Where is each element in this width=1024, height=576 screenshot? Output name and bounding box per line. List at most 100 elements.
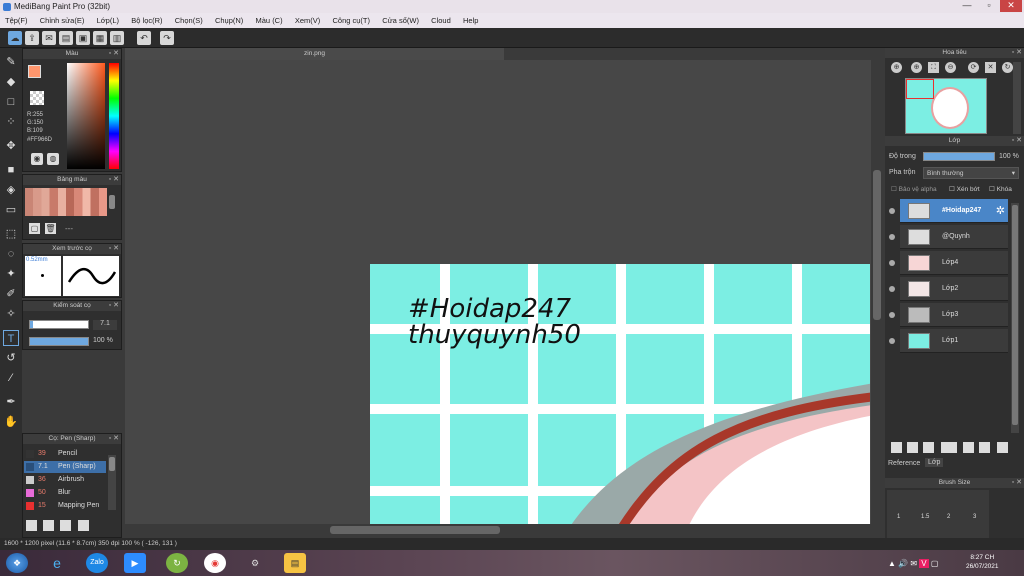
- copy-layer-icon[interactable]: [907, 442, 918, 453]
- add-brush-icon[interactable]: [26, 520, 37, 531]
- horizontal-scrollbar[interactable]: [125, 524, 871, 536]
- eye-icon[interactable]: [889, 312, 895, 318]
- menu-select[interactable]: Chọn(S): [170, 13, 208, 28]
- export-icon[interactable]: ▦: [93, 31, 107, 45]
- medibang-icon[interactable]: ◉: [204, 553, 226, 573]
- brush-item[interactable]: 50 Blur: [24, 487, 106, 499]
- gear-icon[interactable]: ✲: [996, 204, 1005, 217]
- transparent-swatch[interactable]: [30, 91, 44, 105]
- brush-item[interactable]: 39 Pencil: [24, 448, 106, 460]
- menu-help[interactable]: Help: [458, 13, 483, 28]
- delete-palette-icon[interactable]: 🗑: [45, 223, 56, 234]
- menu-view[interactable]: Xem(V): [290, 13, 325, 28]
- layer-row[interactable]: @Quynh: [900, 225, 1008, 249]
- color-picker-square[interactable]: [67, 63, 105, 169]
- maximize-button[interactable]: ▫: [978, 0, 1000, 12]
- layer-row[interactable]: Lớp2: [900, 277, 1008, 301]
- brush-size-option[interactable]: 1.5: [921, 514, 929, 520]
- menu-cloud[interactable]: Cloud: [426, 13, 456, 28]
- brush-doc-icon[interactable]: [77, 520, 89, 531]
- redo-icon[interactable]: ↷: [160, 31, 174, 45]
- palette-swatches[interactable]: [25, 188, 107, 216]
- brush-size-option[interactable]: 1: [897, 514, 900, 520]
- brush-item[interactable]: 15 Mapping Pen: [24, 500, 106, 512]
- select-eraser-icon[interactable]: ✧: [3, 306, 19, 322]
- new-file-icon[interactable]: ▤: [59, 31, 73, 45]
- brush-tool-icon[interactable]: ✎: [3, 54, 19, 70]
- zoom-out-icon[interactable]: ⊖: [945, 62, 956, 73]
- eye-icon[interactable]: [889, 286, 895, 292]
- operation-tool-icon[interactable]: ↺: [3, 350, 19, 366]
- comment-icon[interactable]: ✉: [42, 31, 56, 45]
- navigator-thumbnail[interactable]: [905, 78, 987, 134]
- main-color-swatch[interactable]: [28, 65, 41, 78]
- opacity-slider[interactable]: [29, 337, 89, 346]
- brush-settings-icon[interactable]: [43, 520, 55, 531]
- eye-icon[interactable]: [889, 208, 895, 214]
- close-icon[interactable]: ▫ ✕: [1012, 48, 1022, 58]
- layer-opacity-slider[interactable]: [923, 152, 995, 161]
- eye-icon[interactable]: [889, 338, 895, 344]
- fit-icon[interactable]: ⛶: [928, 62, 939, 73]
- ie-icon[interactable]: e: [46, 553, 68, 573]
- tab-layer[interactable]: Lớp: [925, 458, 944, 467]
- zoom-in-icon[interactable]: ⊕: [891, 62, 902, 73]
- drawing-canvas[interactable]: #Hoidap247 thuyquynh50: [370, 264, 870, 524]
- folder-icon[interactable]: ▤: [284, 553, 306, 573]
- close-icon[interactable]: ▫ ✕: [109, 49, 119, 59]
- merge-layer-icon[interactable]: [923, 442, 934, 453]
- select-pen-icon[interactable]: ✐: [3, 286, 19, 302]
- layer-row-selected[interactable]: #Hoidap247 ✲: [900, 199, 1008, 223]
- reset-icon[interactable]: ↻: [1002, 62, 1013, 73]
- close-icon[interactable]: ▫ ✕: [109, 244, 119, 254]
- undo-icon[interactable]: ↶: [137, 31, 151, 45]
- vertical-scrollbar[interactable]: [871, 60, 883, 524]
- menu-snap[interactable]: Chụp(N): [210, 13, 248, 28]
- dropper-tool-icon[interactable]: ✒: [3, 394, 19, 410]
- eyedropper-tool-icon[interactable]: ⁄: [3, 370, 19, 386]
- protect-alpha-checkbox[interactable]: ☐ Bảo vệ alpha: [891, 185, 937, 193]
- share-icon[interactable]: ⇪: [25, 31, 39, 45]
- tab-reference[interactable]: Reference: [888, 460, 920, 467]
- menu-color[interactable]: Màu (C): [251, 13, 288, 28]
- grid-icon[interactable]: ▥: [110, 31, 124, 45]
- move-tool-icon[interactable]: ✥: [3, 138, 19, 154]
- blend-mode-select[interactable]: Bình thường ▾: [923, 167, 1019, 179]
- eraser-tool-icon[interactable]: ◆: [3, 74, 19, 90]
- layer-scrollbar[interactable]: [1011, 203, 1019, 433]
- brush-item[interactable]: 36 Airbrush: [24, 474, 106, 486]
- add-palette-icon[interactable]: ▢: [29, 223, 40, 234]
- magic-wand-icon[interactable]: ✦: [3, 266, 19, 282]
- tray-icons[interactable]: ▲ 🔊 ✉ V ▢: [888, 559, 938, 568]
- dot-tool-icon[interactable]: ⁘: [3, 114, 19, 130]
- lasso-tool-icon[interactable]: ◌: [3, 246, 19, 262]
- layer-row[interactable]: Lớp3: [900, 303, 1008, 327]
- menu-tools[interactable]: Công cụ(T): [328, 13, 376, 28]
- start-button[interactable]: ❖: [6, 553, 28, 573]
- close-icon[interactable]: ▫ ✕: [109, 301, 119, 311]
- eye-icon[interactable]: [889, 234, 895, 240]
- brush-list-scrollbar[interactable]: [108, 455, 116, 510]
- clock[interactable]: 8:27 CH 26/07/2021: [966, 553, 999, 571]
- save-icon[interactable]: ▣: [76, 31, 90, 45]
- clipping-checkbox[interactable]: ☐ Xén bớt: [949, 185, 980, 193]
- close-icon[interactable]: ▫ ✕: [109, 434, 119, 444]
- layer-settings-icon[interactable]: [979, 442, 990, 453]
- close-icon[interactable]: ▫ ✕: [1012, 136, 1022, 146]
- select-tool-icon[interactable]: ⬚: [3, 226, 19, 242]
- brush-size-option[interactable]: 3: [973, 514, 976, 520]
- app-icon[interactable]: ↻: [166, 553, 188, 573]
- flip-icon[interactable]: ✕: [985, 62, 996, 73]
- color-set-icon[interactable]: ◍: [47, 153, 59, 165]
- menu-layer[interactable]: Lớp(L): [92, 13, 124, 28]
- new-layer-icon[interactable]: [891, 442, 902, 453]
- zoom-icon[interactable]: ▶: [124, 553, 146, 573]
- menu-window[interactable]: Cửa sổ(W): [377, 13, 424, 28]
- close-icon[interactable]: ▫ ✕: [1012, 478, 1022, 488]
- layer-row[interactable]: Lớp4: [900, 251, 1008, 275]
- tool-icon[interactable]: ⚙: [244, 553, 266, 573]
- brush-menu-icon[interactable]: [60, 520, 72, 531]
- gradient-tool-icon[interactable]: ▭: [3, 202, 19, 218]
- layer-menu-icon[interactable]: [941, 442, 957, 453]
- rotate-icon[interactable]: ⟳: [968, 62, 979, 73]
